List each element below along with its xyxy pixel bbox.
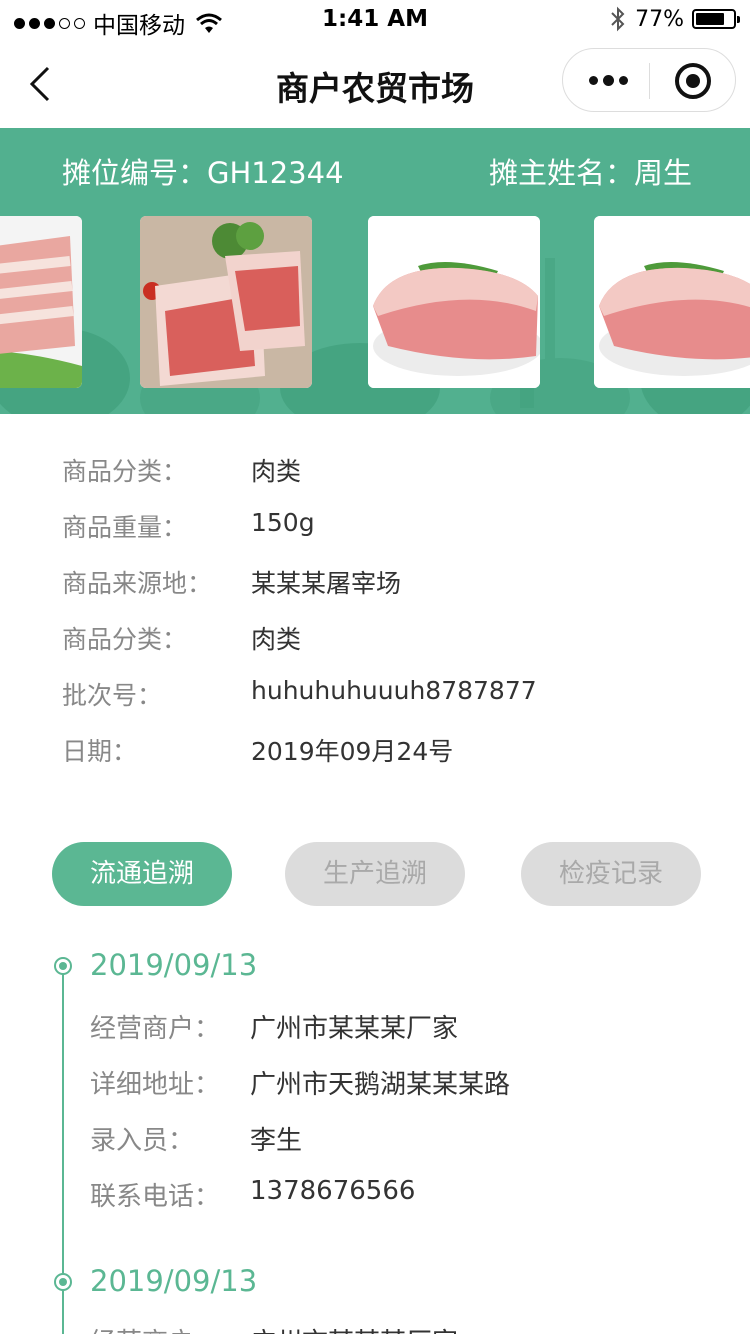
product-photo[interactable] xyxy=(368,216,540,388)
tab-circulation-trace[interactable]: 流通追溯 xyxy=(52,842,232,906)
product-photo[interactable] xyxy=(594,216,750,388)
timeline-label: 经营商户： xyxy=(90,1322,220,1334)
timeline-row-address: 详细地址： 广州市天鹅湖某某某路 xyxy=(90,1064,730,1120)
bluetooth-icon xyxy=(611,6,625,32)
info-value: 某某某屠宰场 xyxy=(251,569,402,598)
stall-owner: 摊主姓名：周生 xyxy=(488,156,692,190)
timeline-dot xyxy=(54,1273,72,1291)
info-label: 日期： xyxy=(62,737,138,766)
timeline-dot xyxy=(54,957,72,975)
info-value: huhuhuhuuuh8787877 xyxy=(251,676,537,705)
stall-number: 摊位编号：GH12344 xyxy=(62,156,344,190)
timeline-value: 广州市天鹅湖某某某路 xyxy=(250,1070,511,1100)
timeline-value: 广州市某某某厂家 xyxy=(250,1014,459,1044)
info-value: 肉类 xyxy=(251,457,302,486)
battery-percent: 77% xyxy=(635,6,684,32)
product-photo[interactable] xyxy=(140,216,312,388)
timeline-value: 广州市某某某厂家 xyxy=(250,1322,458,1334)
timeline-date: 2019/09/13 xyxy=(90,1264,258,1298)
battery-area: 77% xyxy=(609,6,740,32)
mini-program-capsule xyxy=(562,48,736,112)
info-label: 批次号： xyxy=(62,681,163,710)
timeline-date: 2019/09/13 xyxy=(90,948,258,982)
tab-production-trace[interactable]: 生产追溯 xyxy=(285,842,465,906)
info-value: 2019年09月24号 xyxy=(251,737,454,766)
tab-quarantine-record[interactable]: 检疫记录 xyxy=(521,842,701,906)
timeline-label: 详细地址： xyxy=(90,1070,221,1100)
timeline-row-phone: 联系电话： 1378676566 xyxy=(90,1176,730,1232)
info-value: 150g xyxy=(251,508,315,537)
timeline-label: 录入员： xyxy=(90,1126,195,1156)
info-label: 商品分类： xyxy=(62,625,188,654)
timeline-label: 经营商户： xyxy=(90,1014,221,1044)
timeline-label: 联系电话： xyxy=(90,1182,221,1212)
info-value: 肉类 xyxy=(251,625,302,654)
timeline-row-merchant: 经营商户： 广州市某某某厂家 xyxy=(90,1322,730,1334)
timeline-row-recorder: 录入员： 李生 xyxy=(90,1120,730,1176)
info-label: 商品重量： xyxy=(62,513,188,542)
timeline-value: 李生 xyxy=(250,1126,303,1156)
info-label: 商品来源地： xyxy=(62,569,213,598)
stall-banner: 摊位编号：GH12344 摊主姓名：周生 xyxy=(0,128,750,414)
more-icon[interactable] xyxy=(589,75,628,86)
timeline-row-merchant: 经营商户： 广州市某某某厂家 xyxy=(90,1008,730,1064)
product-photo[interactable] xyxy=(0,216,82,388)
info-label: 商品分类： xyxy=(62,457,188,486)
timeline-value: 1378676566 xyxy=(250,1176,416,1206)
status-bar: 中国移动 1:41 AM 77% xyxy=(0,0,750,40)
battery-fill xyxy=(696,13,724,25)
navigation-bar: 商户农贸市场 xyxy=(0,40,750,128)
close-target-icon[interactable] xyxy=(675,63,711,99)
capsule-divider xyxy=(649,63,650,99)
battery-icon xyxy=(692,9,740,29)
